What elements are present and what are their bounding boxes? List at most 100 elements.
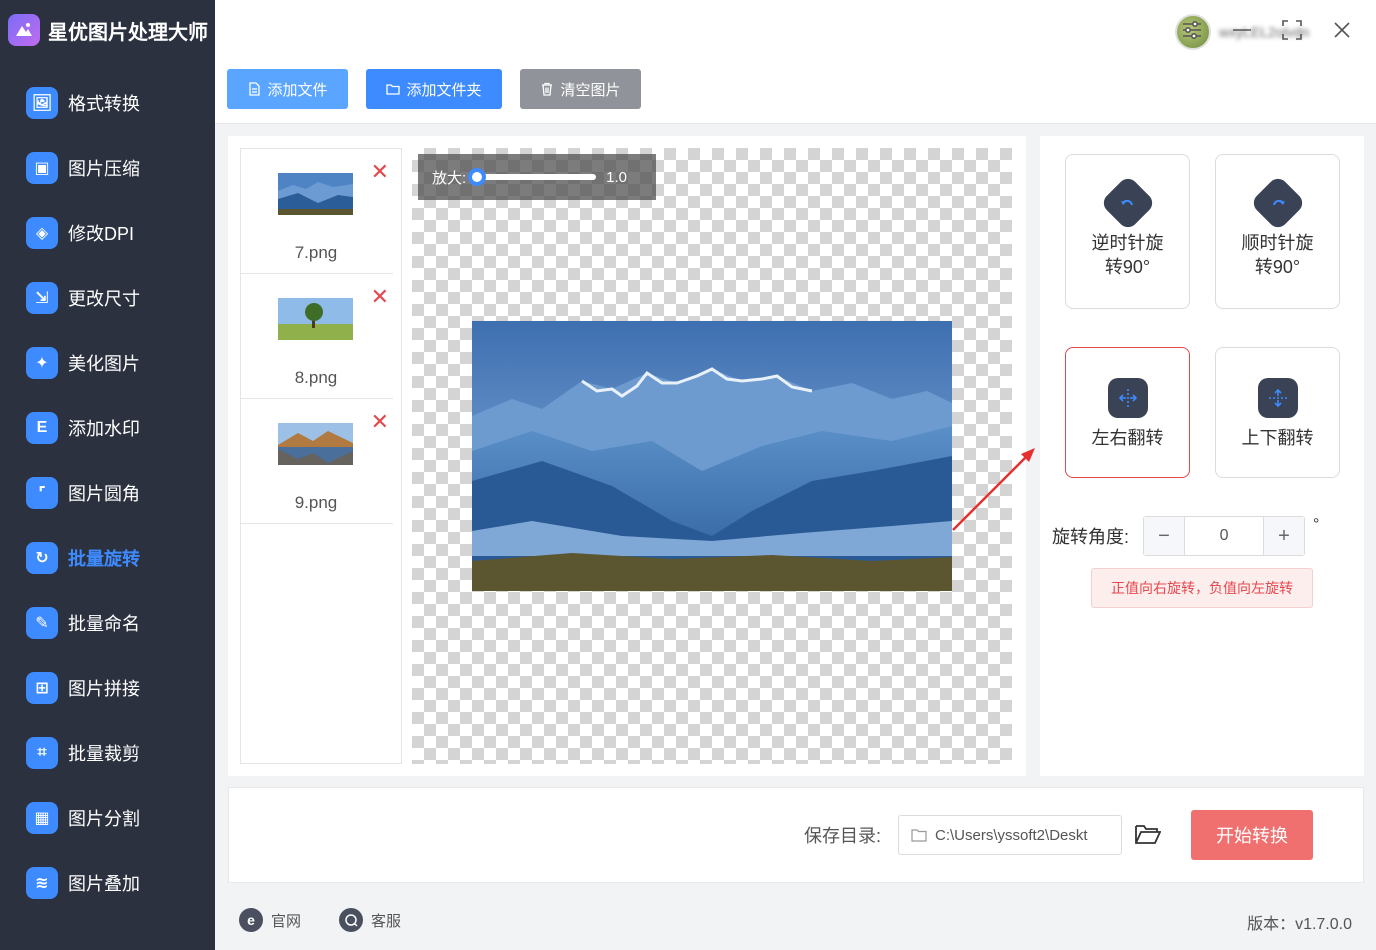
- rename-icon: ✎: [26, 606, 58, 639]
- file-list: 7.png ✕ 8.png ✕ 9.png ✕: [240, 148, 402, 764]
- sidebar-item-7[interactable]: ↻ 批量旋转: [0, 525, 215, 590]
- rotate-cw-label: 顺时针旋转90°: [1241, 233, 1314, 277]
- clear-images-button[interactable]: 清空图片: [520, 69, 641, 109]
- output-panel: 保存目录: C:\Users\yssoft2\Deskt 开始转换: [228, 787, 1364, 883]
- zoom-control: 放大: 1.0: [418, 154, 656, 200]
- resize-icon: ⇲: [26, 281, 58, 314]
- rotate-ccw-button[interactable]: 逆时针旋转90°: [1065, 154, 1190, 309]
- website-link[interactable]: e 官网: [239, 908, 301, 932]
- flip-horizontal-icon: [1107, 378, 1148, 418]
- flip-vertical-button[interactable]: 上下翻转: [1215, 347, 1340, 478]
- split-icon: ▦: [26, 801, 58, 834]
- sidebar-item-6[interactable]: ⌜ 图片圆角: [0, 460, 215, 525]
- maximize-icon[interactable]: [1278, 16, 1306, 44]
- workspace: 7.png ✕ 8.png ✕ 9.png ✕ 放大: 1.0: [228, 136, 1026, 776]
- preview-image: [472, 321, 952, 591]
- file-thumbnail: [278, 298, 353, 340]
- file-name: 8.png: [294, 368, 338, 387]
- sidebar-item-4[interactable]: ✦ 美化图片: [0, 330, 215, 395]
- sidebar-item-8[interactable]: ✎ 批量命名: [0, 590, 215, 655]
- file-list-item[interactable]: 7.png ✕: [241, 149, 393, 274]
- sidebar-item-10[interactable]: ⌗ 批量裁剪: [0, 720, 215, 785]
- title-bar: wxyLEL2olvdn: [215, 0, 1376, 60]
- crop-icon: ⌗: [26, 736, 58, 769]
- remove-file-icon[interactable]: ✕: [371, 161, 389, 183]
- folder-icon: [911, 829, 927, 842]
- zoom-value: 1.0: [606, 168, 628, 186]
- flip-horizontal-label: 左右翻转: [1091, 428, 1164, 448]
- rotate-ccw-icon: [1099, 174, 1156, 232]
- beautify-icon: ✦: [26, 346, 58, 379]
- flip-vertical-icon: [1257, 378, 1298, 418]
- support-label: 客服: [371, 912, 402, 930]
- add-file-button[interactable]: 添加文件: [227, 69, 348, 109]
- rotation-angle-input[interactable]: [1184, 517, 1265, 555]
- minimize-icon[interactable]: [1228, 16, 1256, 44]
- increase-angle-button[interactable]: +: [1264, 517, 1305, 555]
- flip-horizontal-button[interactable]: 左右翻转: [1065, 347, 1190, 478]
- compress-icon: ▣: [26, 151, 58, 184]
- sidebar: 星优图片处理大师 🖼 格式转换 ▣ 图片压缩 ◈ 修改DPI ⇲ 更改尺寸 ✦ 美化图片 E 添加水印…: [0, 0, 215, 950]
- rotation-angle-row: 旋转角度: − + °: [1052, 516, 1319, 556]
- version-text: 版本：v1.7.0.0: [1247, 916, 1352, 933]
- file-thumbnail: [278, 423, 353, 465]
- save-directory-path: C:\Users\yssoft2\Deskt: [935, 826, 1088, 844]
- app-logo-icon: [8, 14, 40, 46]
- zoom-slider[interactable]: [468, 168, 597, 186]
- file-name: 9.png: [294, 493, 338, 512]
- folder-icon: [386, 84, 401, 95]
- remove-file-icon[interactable]: ✕: [371, 286, 389, 308]
- save-directory-input[interactable]: C:\Users\yssoft2\Deskt: [898, 815, 1122, 855]
- rotation-hint: 正值向右旋转，负值向左旋转: [1091, 568, 1313, 608]
- add-folder-button[interactable]: 添加文件夹: [366, 69, 502, 109]
- rotation-angle-label: 旋转角度:: [1052, 527, 1130, 547]
- sidebar-item-label: 添加水印: [68, 418, 140, 439]
- sidebar-item-label: 批量裁剪: [68, 743, 140, 764]
- zoom-slider-handle[interactable]: [468, 168, 487, 186]
- sidebar-item-label: 批量旋转: [68, 548, 140, 569]
- sidebar-item-3[interactable]: ⇲ 更改尺寸: [0, 265, 215, 330]
- image-preview: 放大: 1.0: [412, 148, 1012, 764]
- watermark-icon: E: [26, 411, 58, 444]
- sidebar-item-label: 批量命名: [68, 613, 140, 634]
- app-name: 星优图片处理大师: [48, 21, 208, 44]
- sidebar-nav: 🖼 格式转换 ▣ 图片压缩 ◈ 修改DPI ⇲ 更改尺寸 ✦ 美化图片 E 添加水印 ⌜ 图片圆角 ↻ 批量旋…: [0, 70, 215, 915]
- operations-panel: 逆时针旋转90° 顺时针旋转90° 左右翻转 上下翻转 旋转角度: − + ° …: [1040, 136, 1364, 776]
- annotation-arrow: [952, 448, 1035, 531]
- sidebar-item-11[interactable]: ▦ 图片分割: [0, 785, 215, 850]
- chat-icon: [339, 908, 363, 932]
- sidebar-item-5[interactable]: E 添加水印: [0, 395, 215, 460]
- sidebar-item-label: 美化图片: [68, 353, 140, 374]
- flip-vertical-label: 上下翻转: [1241, 428, 1314, 448]
- file-name: 7.png: [294, 243, 338, 262]
- sidebar-item-label: 图片拼接: [68, 678, 140, 699]
- sidebar-item-label: 修改DPI: [68, 223, 135, 244]
- sidebar-item-1[interactable]: ▣ 图片压缩: [0, 135, 215, 200]
- support-link[interactable]: 客服: [339, 908, 401, 932]
- file-icon: [249, 82, 261, 96]
- file-list-item[interactable]: 8.png ✕: [241, 274, 393, 399]
- start-convert-button[interactable]: 开始转换: [1191, 810, 1313, 860]
- browse-folder-icon[interactable]: [1135, 823, 1162, 850]
- settings-icon[interactable]: [1178, 16, 1206, 44]
- rotate-icon: ↻: [26, 541, 58, 574]
- clear-images-label: 清空图片: [560, 81, 621, 99]
- sidebar-item-0[interactable]: 🖼 格式转换: [0, 70, 215, 135]
- rotate-cw-button[interactable]: 顺时针旋转90°: [1215, 154, 1340, 309]
- close-icon[interactable]: [1328, 16, 1356, 44]
- overlay-icon: ≋: [26, 866, 58, 899]
- format-convert-icon: 🖼: [26, 86, 58, 119]
- sidebar-item-9[interactable]: ⊞ 图片拼接: [0, 655, 215, 720]
- remove-file-icon[interactable]: ✕: [371, 411, 389, 433]
- sidebar-item-label: 更改尺寸: [68, 288, 140, 309]
- sidebar-item-label: 图片分割: [68, 808, 140, 829]
- toolbar: 添加文件 添加文件夹 清空图片: [215, 60, 1376, 124]
- file-list-item[interactable]: 9.png ✕: [241, 399, 393, 524]
- sidebar-item-12[interactable]: ≋ 图片叠加: [0, 850, 215, 915]
- stitch-icon: ⊞: [26, 671, 58, 704]
- decrease-angle-button[interactable]: −: [1144, 517, 1185, 555]
- dpi-icon: ◈: [26, 216, 58, 249]
- trash-icon: [542, 82, 553, 96]
- sidebar-item-2[interactable]: ◈ 修改DPI: [0, 200, 215, 265]
- rotate-ccw-label: 逆时针旋转90°: [1091, 233, 1164, 277]
